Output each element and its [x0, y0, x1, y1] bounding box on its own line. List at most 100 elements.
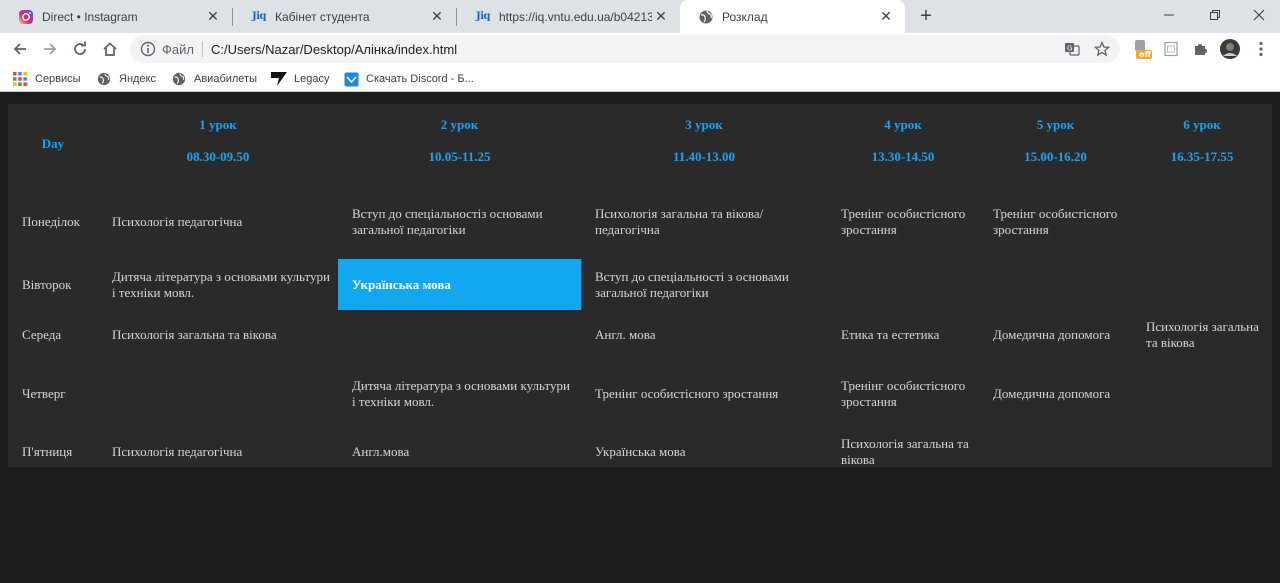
lesson-number: 1 урок: [199, 117, 237, 132]
lesson-header: 6 урок 16.35-17.55: [1132, 104, 1272, 184]
schedule-cell: Англ. мова: [595, 327, 656, 342]
schedule-cell: [98, 360, 338, 427]
lesson-header: 1 урок 08.30-09.50: [98, 104, 338, 184]
schedule-row-friday: П'ятниця Психологія педагогічна Англ.мов…: [8, 427, 1272, 477]
browser-toolbar: Файл C:/Users/Nazar/Desktop/Алінка/index…: [0, 33, 1280, 65]
home-icon: [103, 42, 117, 56]
day-label: П'ятниця: [22, 444, 73, 459]
url-scheme-label: Файл: [162, 41, 194, 57]
back-button[interactable]: [8, 37, 32, 61]
extension-badge: off: [1139, 50, 1151, 59]
close-icon: [1253, 9, 1265, 21]
schedule-cell: Психологія загальна та вікова: [1146, 319, 1259, 350]
close-icon[interactable]: ✕: [428, 8, 446, 26]
restore-button[interactable]: [1196, 0, 1234, 30]
close-window-button[interactable]: [1240, 0, 1278, 30]
home-button[interactable]: [98, 37, 122, 61]
lesson-time: 08.30-09.50: [186, 149, 250, 164]
schedule-cell: Тренінг особистісного зростання: [841, 205, 966, 237]
day-label: Середа: [22, 327, 62, 342]
schedule-panel: Day 1 урок 08.30-09.50 2 урок 10.05-11.25 …: [8, 104, 1272, 467]
schedule-cell: Домедична допомога: [993, 327, 1111, 342]
lesson-time: 16.35-17.55: [1170, 149, 1234, 164]
bookmarks-bar: Сервисы Яндекс Авиабилеты Legacy Скачать…: [0, 65, 1280, 92]
globe-icon: [698, 9, 714, 25]
address-bar[interactable]: Файл C:/Users/Nazar/Desktop/Алінка/index…: [130, 35, 1120, 63]
tab-iq-vntu[interactable]: Jiq https://iq.vntu.edu.ua/b04213/cu ✕: [457, 0, 680, 33]
lesson-time: 10.05-11.25: [428, 149, 491, 164]
close-icon[interactable]: ✕: [877, 8, 895, 26]
bookmark-yandex[interactable]: Яндекс: [96, 70, 156, 88]
schedule-header-row: Day 1 урок 08.30-09.50 2 урок 10.05-11.25 …: [8, 104, 1272, 184]
schedule-cell: [827, 259, 979, 310]
lesson-header: 3 урок 11.40-13.00: [581, 104, 827, 184]
schedule-cell: Психологія загальна та вікова: [112, 327, 277, 342]
schedule-cell: Домедична допомога: [993, 385, 1111, 401]
close-icon[interactable]: ✕: [652, 8, 670, 26]
minimize-button[interactable]: [1150, 0, 1188, 30]
svg-text:G: G: [1067, 45, 1072, 53]
reload-button[interactable]: [68, 37, 92, 61]
bookmark-discord[interactable]: Скачать Discord - Б...: [343, 70, 474, 88]
menu-dots-icon[interactable]: [1250, 38, 1272, 60]
tab-title: Розклад: [722, 9, 768, 24]
bookmark-legacy[interactable]: Legacy: [271, 70, 329, 88]
tab-schedule[interactable]: Розклад ✕: [680, 0, 905, 33]
jiq-logo-icon: Jiq: [475, 11, 491, 22]
schedule-cell: [1132, 184, 1272, 259]
bookmark-star-icon[interactable]: [1092, 39, 1112, 59]
schedule-cell: Етика та естетика: [841, 327, 940, 342]
bookmark-aviabilety[interactable]: Авиабилеты: [171, 70, 257, 88]
close-icon[interactable]: ✕: [204, 8, 222, 26]
schedule-cell: Психологія загальна та вікова: [841, 436, 969, 467]
lesson-header: 4 урок 13.30-14.50: [827, 104, 979, 184]
info-icon[interactable]: [140, 41, 156, 57]
extension-off-icon[interactable]: off: [1132, 38, 1154, 60]
bookmark-label: Яндекс: [119, 73, 156, 85]
url-text[interactable]: C:/Users/Nazar/Desktop/Алінка/index.html: [211, 42, 457, 57]
schedule-cell: [979, 259, 1132, 310]
tab-instagram[interactable]: Direct • Instagram ✕: [0, 0, 232, 33]
schedule-cell: Вступ до спеціальності з основами загаль…: [595, 268, 789, 300]
schedule-cell: [1132, 427, 1272, 477]
lesson-number: 5 урок: [1036, 117, 1075, 132]
schedule-cell: Дитяча література з основами культури і …: [352, 377, 570, 409]
bookmark-label: Скачать Discord - Б...: [366, 73, 474, 85]
apps-grid-icon: [12, 71, 28, 87]
avatar[interactable]: [1219, 38, 1241, 60]
schedule-cell: [338, 310, 581, 360]
lesson-header: 5 урок 15.00-16.20: [979, 104, 1132, 184]
day-label: Вівторок: [22, 276, 72, 292]
schedule-cell: Тренінг особистісного зростання: [595, 385, 779, 401]
schedule-row-thursday: Четверг Дитяча література з основами кул…: [8, 360, 1272, 427]
page-content: Day 1 урок 08.30-09.50 2 урок 10.05-11.25 …: [0, 96, 1280, 583]
schedule-row-tuesday: Вівторок Дитяча література з основами ку…: [8, 259, 1272, 310]
schedule-cell: Англ.мова: [352, 444, 410, 459]
new-tab-button[interactable]: +: [914, 4, 938, 28]
translate-icon[interactable]: G: [1062, 39, 1082, 59]
lesson-time: 11.40-13.00: [672, 149, 736, 164]
bookmark-label: Авиабилеты: [194, 73, 258, 85]
schedule-table: Day 1 урок 08.30-09.50 2 урок 10.05-11.25 …: [8, 104, 1272, 477]
schedule-cell: Українська мова: [595, 444, 686, 459]
schedule-cell: [1132, 360, 1272, 427]
lesson-header: 2 урок 10.05-11.25: [338, 104, 581, 184]
instagram-icon: [18, 9, 34, 25]
schedule-cell: Психологія загальна та вікова/ педагогіч…: [595, 205, 764, 237]
lesson-number: 2 урок: [440, 117, 479, 132]
lesson-time: 15.00-16.20: [1024, 149, 1087, 164]
tab-student-cabinet[interactable]: Jiq Кабінет студента ✕: [233, 0, 456, 33]
puzzle-icon[interactable]: [1189, 38, 1211, 60]
forward-button[interactable]: [38, 37, 62, 61]
tab-strip: Direct • Instagram ✕ Jiq Кабінет студент…: [0, 0, 1280, 33]
schedule-cell: [979, 427, 1132, 477]
lesson-time: 13.30-14.50: [871, 149, 935, 164]
schedule-cell: Тренінг особистісного зростання: [993, 205, 1118, 237]
schedule-cell: [1132, 259, 1272, 310]
schedule-cell: Дитяча література з основами культури і …: [112, 268, 330, 300]
extension-page-icon[interactable]: [1160, 38, 1182, 60]
bookmark-services[interactable]: Сервисы: [12, 70, 81, 88]
schedule-cell: Психологія педагогічна: [112, 444, 243, 459]
restore-icon: [1210, 10, 1220, 20]
minimize-icon: [1164, 14, 1174, 16]
